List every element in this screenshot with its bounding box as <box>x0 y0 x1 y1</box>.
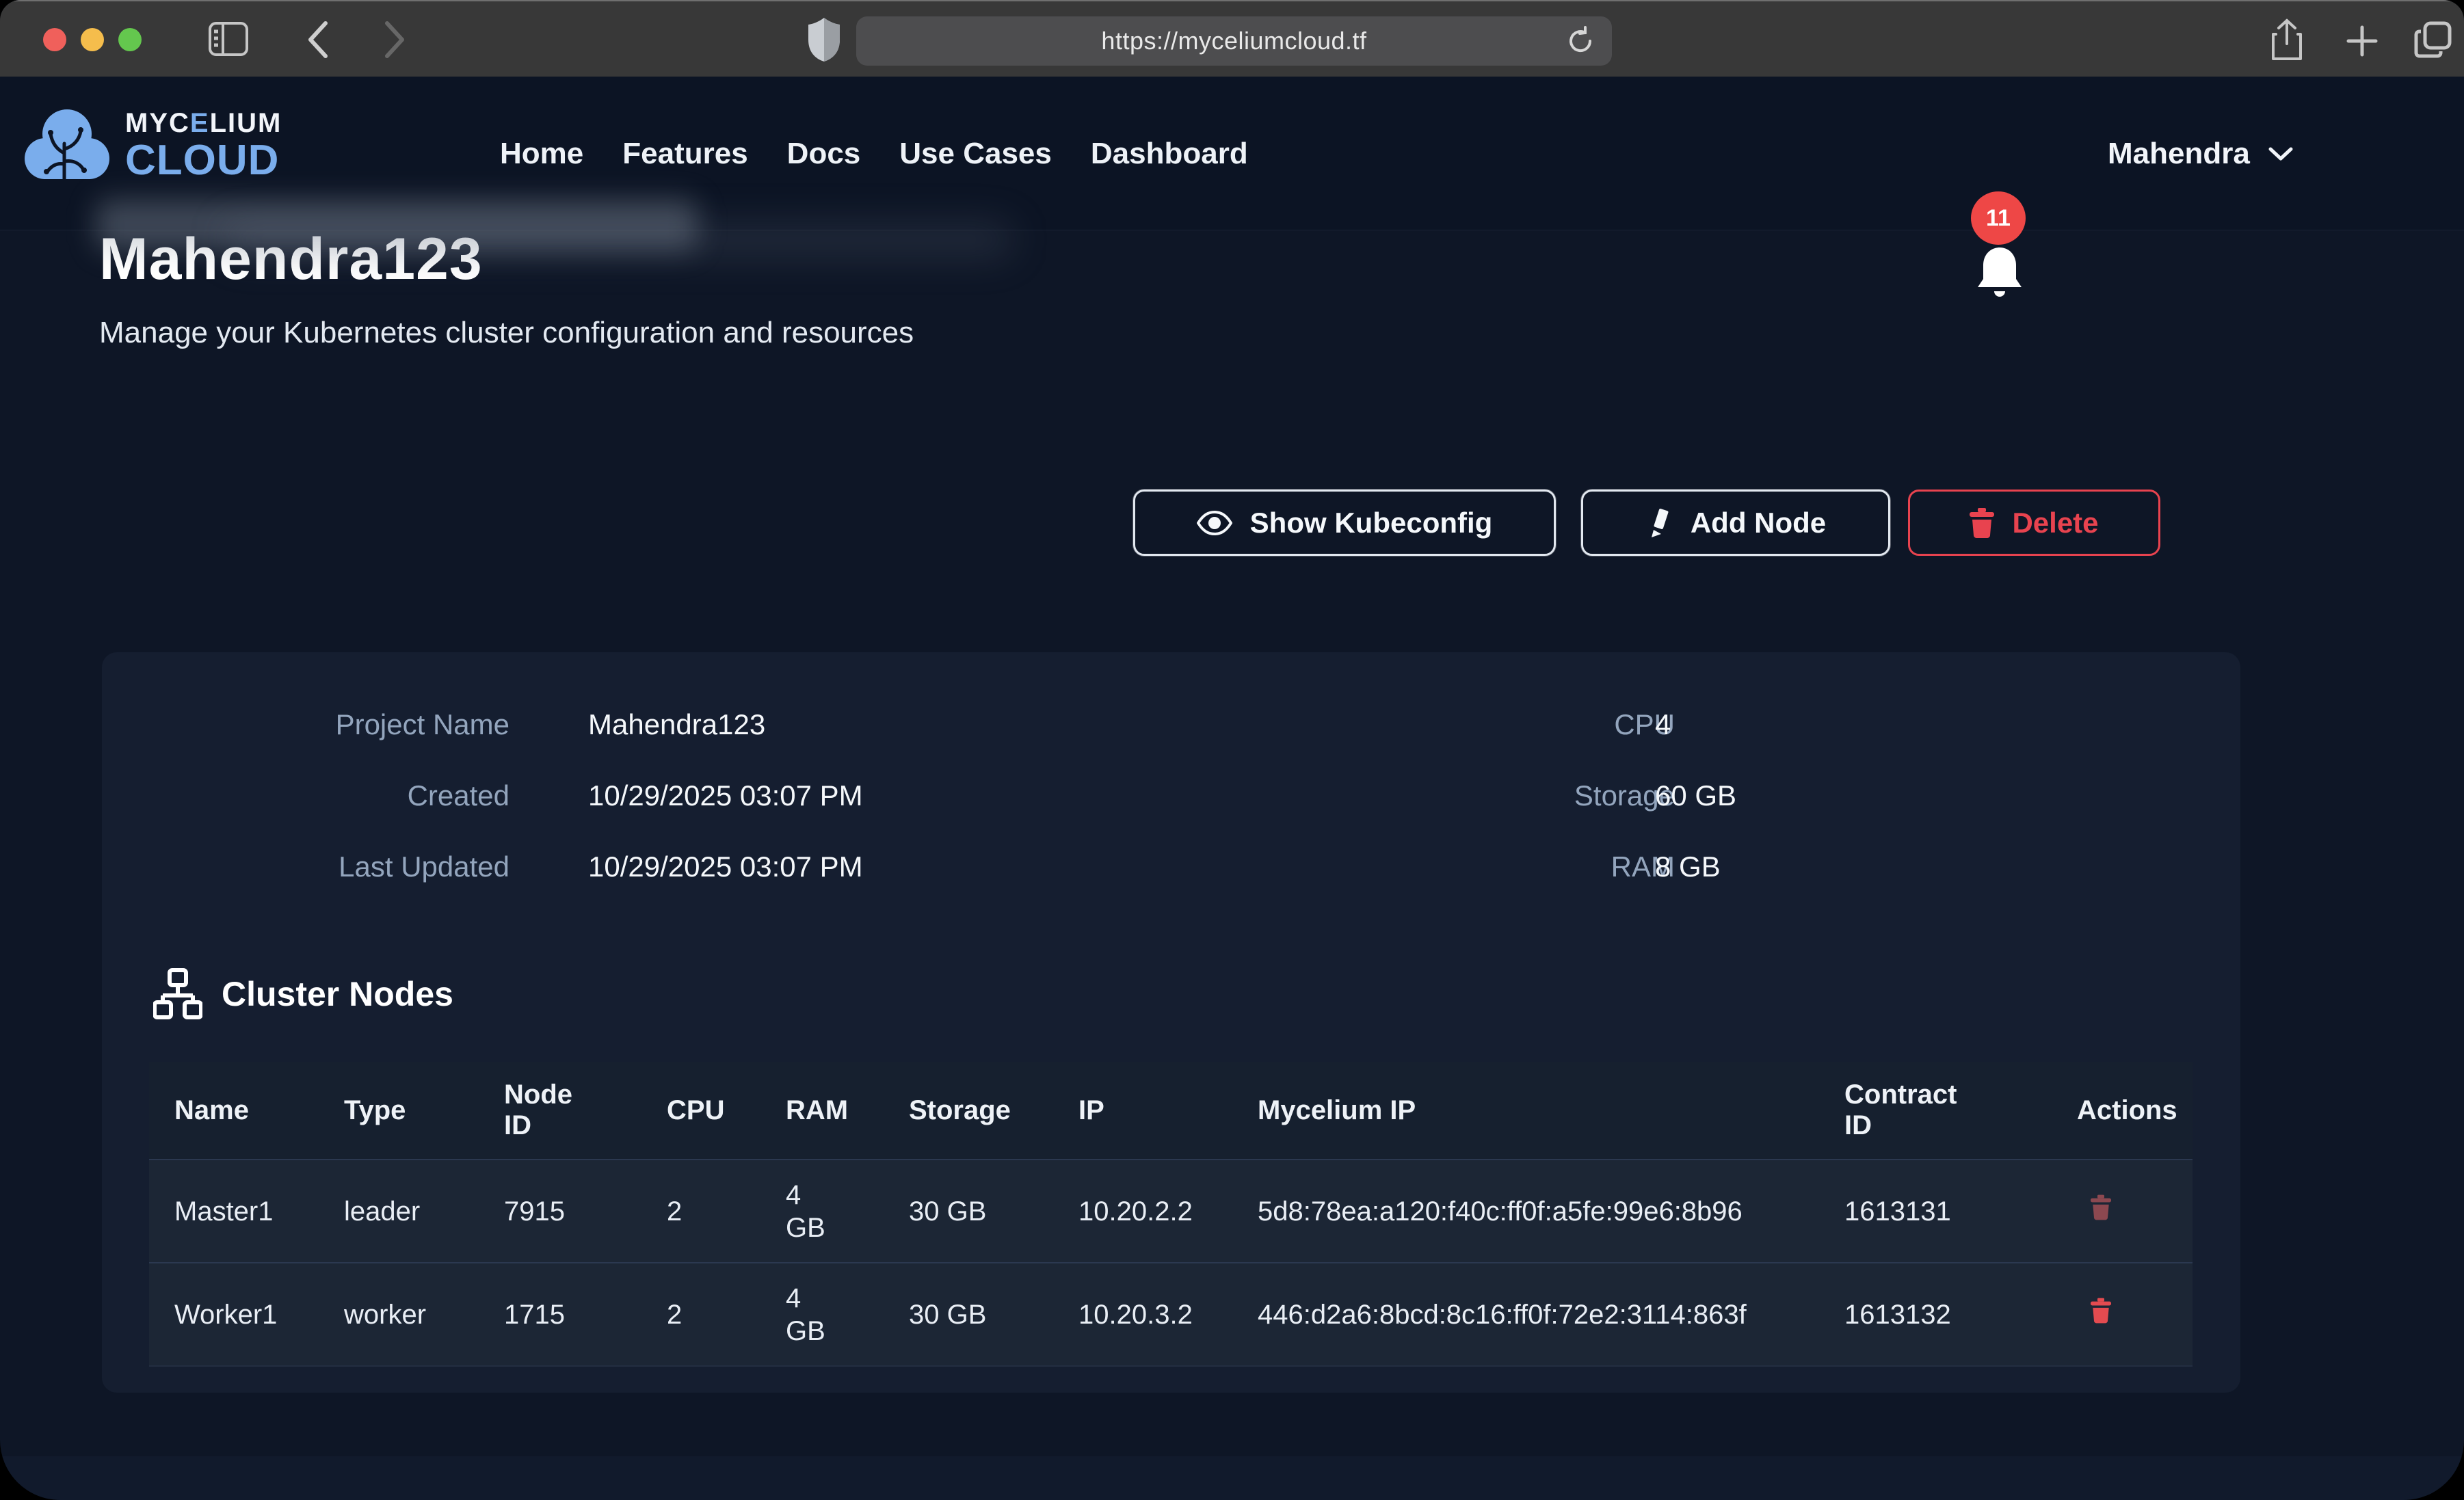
sidebar-toggle-icon[interactable] <box>209 22 248 56</box>
show-kubeconfig-label: Show Kubeconfig <box>1250 507 1493 539</box>
tab-overview-icon[interactable] <box>2413 19 2454 60</box>
node-cpu: 2 <box>641 1160 760 1263</box>
forward-button[interactable] <box>383 21 406 59</box>
nav-link-dashboard[interactable]: Dashboard <box>1091 137 1248 171</box>
cluster-nodes-heading: Cluster Nodes <box>153 968 453 1020</box>
page-subtitle: Manage your Kubernetes cluster configura… <box>99 316 914 350</box>
brand-wordmark: MYCELIUM CLOUD <box>125 109 282 182</box>
node-type: leader <box>319 1160 479 1263</box>
node-id: 7915 <box>479 1160 641 1263</box>
project-name-value: Mahendra123 <box>588 708 765 741</box>
network-nodes-icon <box>153 968 202 1020</box>
node-cpu: 2 <box>641 1263 760 1366</box>
storage-label: Storage <box>1169 779 1675 812</box>
cpu-value: 4 <box>1655 708 1671 741</box>
delete-label: Delete <box>2012 507 2098 539</box>
node-storage: 30 GB <box>884 1160 1053 1263</box>
maximize-window-button[interactable] <box>118 28 142 51</box>
col-cpu: CPU <box>641 1062 760 1160</box>
node-name: Worker1 <box>149 1263 319 1366</box>
storage-value: 60 GB <box>1655 779 1736 812</box>
brand-logo[interactable]: MYCELIUM CLOUD <box>21 104 282 187</box>
delete-node-button[interactable] <box>2077 1194 2111 1220</box>
cpu-label: CPU <box>1169 708 1675 741</box>
trash-icon <box>1970 508 1994 538</box>
node-contract-id: 1613131 <box>1819 1160 2052 1263</box>
created-value: 10/29/2025 03:07 PM <box>588 779 863 812</box>
node-mycelium-ip: 5d8:78ea:a120:f40c:ff0f:a5fe:99e6:8b96 <box>1232 1160 1819 1263</box>
pencil-icon <box>1645 508 1673 538</box>
node-ip: 10.20.3.2 <box>1053 1263 1232 1366</box>
add-node-button[interactable]: Add Node <box>1581 490 1890 556</box>
url-bar[interactable]: https://myceliumcloud.tf <box>856 16 1612 66</box>
ram-value: 8 GB <box>1655 851 1721 883</box>
show-kubeconfig-button[interactable]: Show Kubeconfig <box>1133 490 1556 556</box>
col-contract-id: Contract ID <box>1819 1062 2052 1160</box>
node-name: Master1 <box>149 1160 319 1263</box>
eye-icon <box>1197 511 1232 535</box>
add-node-label: Add Node <box>1691 507 1826 539</box>
node-id: 1715 <box>479 1263 641 1366</box>
created-label: Created <box>102 779 509 812</box>
cluster-details-panel: Project Name Mahendra123 Created 10/29/2… <box>102 652 2240 1393</box>
node-ip: 10.20.2.2 <box>1053 1160 1232 1263</box>
project-name-label-row: Project Name <box>102 706 509 744</box>
user-menu[interactable]: Mahendra <box>2108 77 2294 230</box>
brand-line2: CLOUD <box>125 139 282 182</box>
node-type: worker <box>319 1263 479 1366</box>
node-actions <box>2052 1160 2193 1263</box>
col-ram: RAM <box>760 1062 884 1160</box>
privacy-shield-icon[interactable] <box>807 16 841 63</box>
last-updated-value: 10/29/2025 03:07 PM <box>588 851 863 883</box>
browser-window: https://myceliumcloud.tf <box>0 0 2464 1500</box>
table-header-row: Name Type Node ID CPU RAM Storage IP Myc… <box>149 1062 2193 1160</box>
bell-icon <box>1967 241 2032 306</box>
last-updated-label: Last Updated <box>102 851 509 883</box>
user-name: Mahendra <box>2108 137 2250 171</box>
col-mycelium-ip: Mycelium IP <box>1232 1062 1819 1160</box>
new-tab-icon[interactable] <box>2344 23 2380 59</box>
col-actions: Actions <box>2052 1062 2193 1160</box>
col-name: Name <box>149 1062 319 1160</box>
col-storage: Storage <box>884 1062 1053 1160</box>
notifications-button[interactable]: 11 <box>1961 186 2064 295</box>
table-row: Worker1 worker 1715 2 4 GB 30 GB 10.20.3… <box>149 1263 2193 1366</box>
project-name-label: Project Name <box>102 708 509 741</box>
nav-link-docs[interactable]: Docs <box>787 137 861 171</box>
url-text: https://myceliumcloud.tf <box>1101 27 1366 55</box>
cluster-nodes-table: Name Type Node ID CPU RAM Storage IP Myc… <box>149 1062 2193 1367</box>
footer-band <box>0 1456 2464 1500</box>
table-row: Master1 leader 7915 2 4 GB 30 GB 10.20.2… <box>149 1160 2193 1263</box>
browser-chrome: https://myceliumcloud.tf <box>0 0 2464 77</box>
node-ram: 4 GB <box>760 1263 884 1366</box>
nav-link-features[interactable]: Features <box>622 137 747 171</box>
col-ip: IP <box>1053 1062 1232 1160</box>
notification-badge: 11 <box>1971 191 2026 245</box>
node-ram: 4 GB <box>760 1160 884 1263</box>
reload-icon[interactable] <box>1565 26 1595 56</box>
chevron-down-icon <box>2268 146 2294 162</box>
node-contract-id: 1613132 <box>1819 1263 2052 1366</box>
privacy-blur-overlay-2 <box>226 223 1012 256</box>
node-storage: 30 GB <box>884 1263 1053 1366</box>
share-icon[interactable] <box>2269 18 2305 63</box>
cluster-nodes-title: Cluster Nodes <box>222 974 453 1014</box>
delete-node-button[interactable] <box>2077 1298 2111 1324</box>
close-window-button[interactable] <box>43 28 66 51</box>
ram-label: RAM <box>1169 851 1675 883</box>
node-actions <box>2052 1263 2193 1366</box>
nav-link-use-cases[interactable]: Use Cases <box>899 137 1052 171</box>
delete-cluster-button[interactable]: Delete <box>1908 490 2160 556</box>
col-type: Type <box>319 1062 479 1160</box>
node-mycelium-ip: 446:d2a6:8bcd:8c16:ff0f:72e2:3114:863f <box>1232 1263 1819 1366</box>
brand-line1: MYCELIUM <box>125 109 282 137</box>
back-button[interactable] <box>306 21 330 59</box>
col-node-id: Node ID <box>479 1062 641 1160</box>
cloud-logo-icon <box>21 104 113 187</box>
nav-link-home[interactable]: Home <box>500 137 583 171</box>
minimize-window-button[interactable] <box>81 28 104 51</box>
